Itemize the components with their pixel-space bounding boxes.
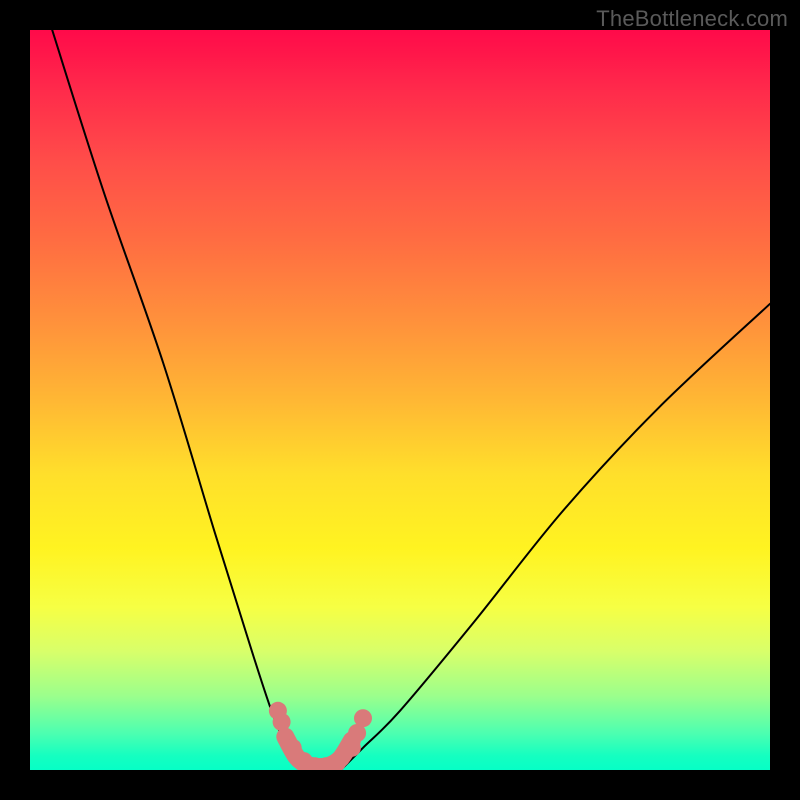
- curve-right-branch: [341, 304, 770, 770]
- curve-left-branch: [52, 30, 311, 770]
- watermark-text: TheBottleneck.com: [596, 6, 788, 32]
- marker-dot: [273, 713, 291, 731]
- chart-frame: TheBottleneck.com: [0, 0, 800, 800]
- curve-layer: [52, 30, 770, 770]
- chart-svg: [30, 30, 770, 770]
- marker-dot: [354, 709, 372, 727]
